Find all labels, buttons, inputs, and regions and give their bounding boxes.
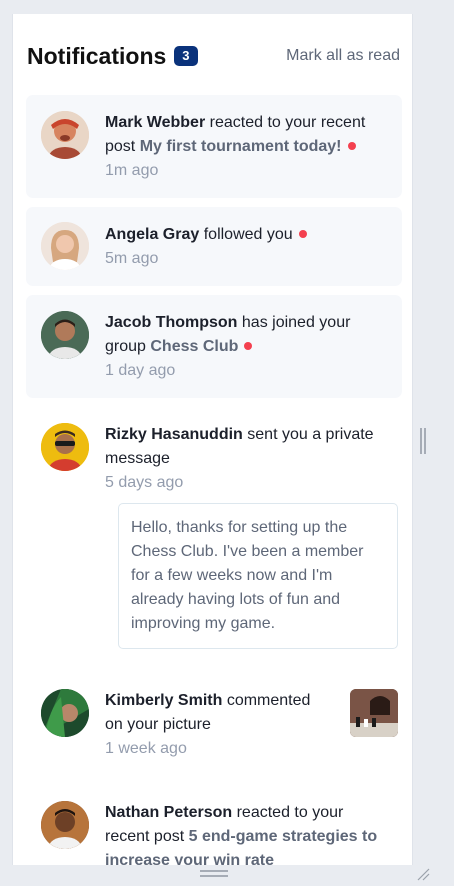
avatar[interactable] bbox=[41, 222, 89, 270]
notification-target[interactable]: Chess Club bbox=[150, 338, 238, 355]
vertical-resize-handle[interactable] bbox=[420, 428, 426, 454]
notification-body: Jacob Thompson has joined your group Che… bbox=[105, 311, 388, 383]
notification-item[interactable]: Rizky Hasanuddin sent you a private mess… bbox=[26, 407, 402, 662]
user-name[interactable]: Mark Webber bbox=[105, 114, 205, 131]
unread-dot bbox=[347, 142, 356, 150]
notifications-header: Notifications 3 Mark all as read bbox=[27, 42, 400, 70]
avatar-angela-gray-icon bbox=[41, 222, 89, 270]
notification-body: Angela Gray followed you 5m ago bbox=[105, 223, 388, 271]
avatar-nathan-peterson-icon bbox=[41, 801, 89, 849]
chess-picture-icon bbox=[350, 689, 398, 737]
avatar-jacob-thompson-icon bbox=[41, 311, 89, 359]
user-name[interactable]: Nathan Peterson bbox=[105, 804, 232, 821]
notification-item[interactable]: Angela Gray followed you 5m ago bbox=[26, 207, 402, 286]
notification-item[interactable]: Nathan Peterson reacted to your recent p… bbox=[26, 785, 402, 865]
private-message-preview[interactable]: Hello, thanks for setting up the Chess C… bbox=[118, 503, 398, 649]
page-title: Notifications bbox=[27, 42, 167, 69]
notification-target[interactable]: My first tournament today! bbox=[140, 138, 342, 155]
user-name[interactable]: Jacob Thompson bbox=[105, 314, 237, 331]
notification-item[interactable]: Kimberly Smith commented on your picture… bbox=[26, 673, 402, 773]
commented-picture-thumbnail[interactable] bbox=[350, 689, 398, 737]
app-frame: Notifications 3 Mark all as read Mark We… bbox=[0, 0, 454, 886]
timestamp: 1 week ago bbox=[105, 740, 187, 757]
avatar-rizky-hasanuddin-icon bbox=[41, 423, 89, 471]
timestamp: 1m ago bbox=[105, 162, 159, 179]
avatar[interactable] bbox=[41, 689, 89, 737]
unread-dot bbox=[244, 342, 253, 350]
avatar[interactable] bbox=[41, 311, 89, 359]
notification-item[interactable]: Mark Webber reacted to your recent post … bbox=[26, 95, 402, 198]
timestamp: 5m ago bbox=[105, 250, 159, 267]
user-name[interactable]: Angela Gray bbox=[105, 226, 199, 243]
user-name[interactable]: Rizky Hasanuddin bbox=[105, 426, 243, 443]
unread-count-badge: 3 bbox=[174, 46, 198, 66]
notification-item[interactable]: Jacob Thompson has joined your group Che… bbox=[26, 295, 402, 398]
avatar[interactable] bbox=[41, 423, 89, 471]
timestamp: 1 day ago bbox=[105, 362, 176, 379]
avatar-mark-webber-icon bbox=[41, 111, 89, 159]
timestamp: 5 days ago bbox=[105, 474, 184, 491]
notification-body: Kimberly Smith commented on your picture… bbox=[105, 689, 328, 761]
unread-dot bbox=[298, 230, 307, 238]
notification-body: Rizky Hasanuddin sent you a private mess… bbox=[105, 423, 388, 495]
resize-grip-icon[interactable] bbox=[416, 867, 430, 881]
avatar-kimberly-smith-icon bbox=[41, 689, 89, 737]
avatar[interactable] bbox=[41, 801, 89, 849]
notification-body: Nathan Peterson reacted to your recent p… bbox=[105, 801, 388, 865]
horizontal-resize-handle[interactable] bbox=[200, 870, 228, 880]
user-name[interactable]: Kimberly Smith bbox=[105, 692, 222, 709]
avatar[interactable] bbox=[41, 111, 89, 159]
notification-body: Mark Webber reacted to your recent post … bbox=[105, 111, 388, 183]
notification-action: followed you bbox=[203, 226, 293, 243]
notifications-panel: Notifications 3 Mark all as read Mark We… bbox=[12, 14, 413, 865]
mark-all-read-button[interactable]: Mark all as read bbox=[286, 47, 400, 65]
